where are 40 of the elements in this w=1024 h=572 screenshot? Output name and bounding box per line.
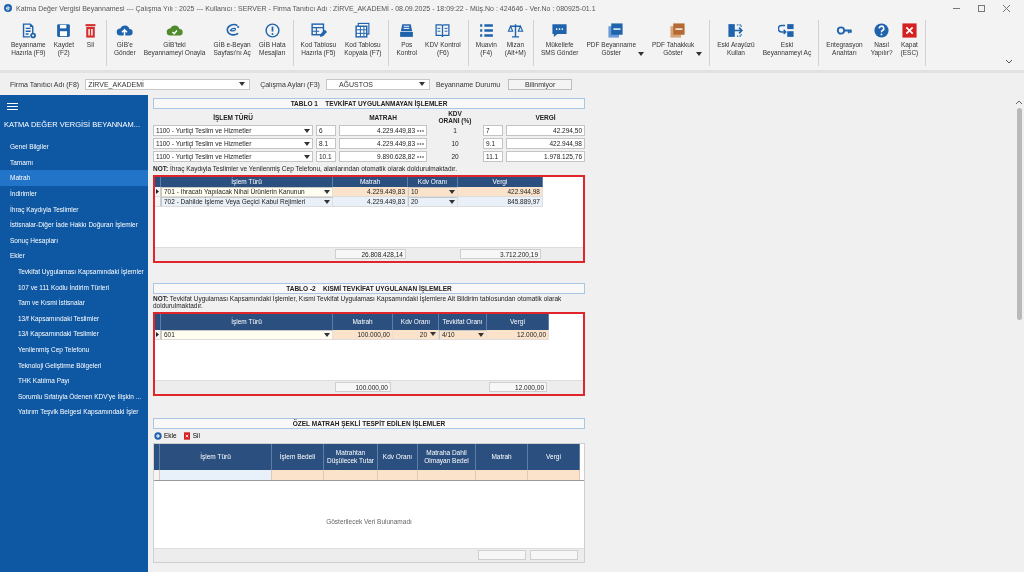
table-icon (354, 22, 372, 39)
row-pointer-icon (156, 331, 159, 337)
row-pointer-icon (156, 188, 159, 194)
maximize-button[interactable] (978, 4, 985, 12)
ellipsis-icon[interactable] (417, 129, 424, 132)
close-icon (900, 22, 918, 39)
pdf-icon (668, 22, 686, 39)
caret-icon (304, 154, 310, 159)
screen-arrow-icon (727, 22, 745, 39)
caret-icon (304, 141, 310, 146)
alert-icon (263, 22, 281, 39)
chat-icon (551, 22, 569, 39)
ellipsis-icon[interactable] (417, 142, 424, 145)
help-icon (873, 22, 891, 39)
caret-icon (478, 332, 484, 337)
floppy-icon (55, 22, 73, 39)
chevron-icon[interactable] (1006, 60, 1012, 64)
header-corner (155, 176, 161, 187)
header-corner (155, 313, 161, 330)
caret-icon (418, 82, 425, 86)
close-button[interactable] (1003, 4, 1010, 12)
menu-icon[interactable] (7, 103, 18, 110)
cash-register-icon (398, 22, 416, 39)
scroll-up-icon[interactable] (1016, 100, 1022, 104)
table-pen-icon (309, 22, 327, 39)
delete-icon (182, 431, 191, 440)
caret-icon (430, 332, 436, 336)
caret-icon (324, 332, 330, 337)
caret-icon (239, 82, 246, 86)
plus-circle-icon (154, 431, 162, 440)
ellipsis-icon[interactable] (417, 155, 424, 158)
new-row[interactable] (154, 469, 584, 481)
book-icon (434, 22, 452, 39)
header-corner (154, 443, 160, 470)
window-arrow-icon (778, 22, 796, 39)
app-icon (4, 4, 12, 12)
caret-icon (304, 128, 310, 133)
pdf-icon (606, 22, 624, 39)
scale-icon (506, 22, 524, 39)
list-icon (477, 22, 495, 39)
